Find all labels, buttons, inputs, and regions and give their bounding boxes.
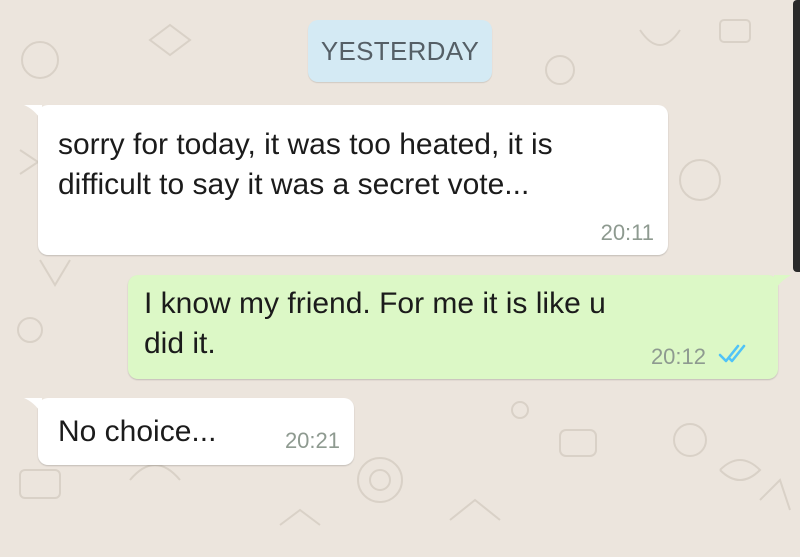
bubble-tail-icon bbox=[774, 275, 792, 291]
message-text-line: difficult to say it was a secret vote... bbox=[58, 168, 530, 201]
double-check-read-icon bbox=[718, 344, 746, 363]
outgoing-message[interactable]: I know my friend. For me it is like u di… bbox=[128, 275, 792, 379]
bubble-tail-icon bbox=[24, 398, 42, 414]
incoming-message[interactable]: No choice... 20:21 bbox=[24, 398, 354, 465]
message-time: 20:11 bbox=[600, 220, 654, 245]
date-separator: YESTERDAY bbox=[308, 20, 492, 82]
message-text-line: did it. bbox=[144, 327, 216, 360]
bubble-tail-icon bbox=[24, 105, 42, 121]
message-time: 20:12 bbox=[650, 344, 706, 369]
incoming-message[interactable]: sorry for today, it was too heated, it i… bbox=[24, 105, 668, 255]
message-time: 20:21 bbox=[284, 428, 340, 453]
message-text-line: No choice... bbox=[58, 415, 217, 448]
message-text-line: I know my friend. For me it is like u bbox=[144, 287, 606, 320]
scrollbar[interactable] bbox=[793, 0, 800, 272]
message-text-line: sorry for today, it was too heated, it i… bbox=[58, 128, 553, 161]
